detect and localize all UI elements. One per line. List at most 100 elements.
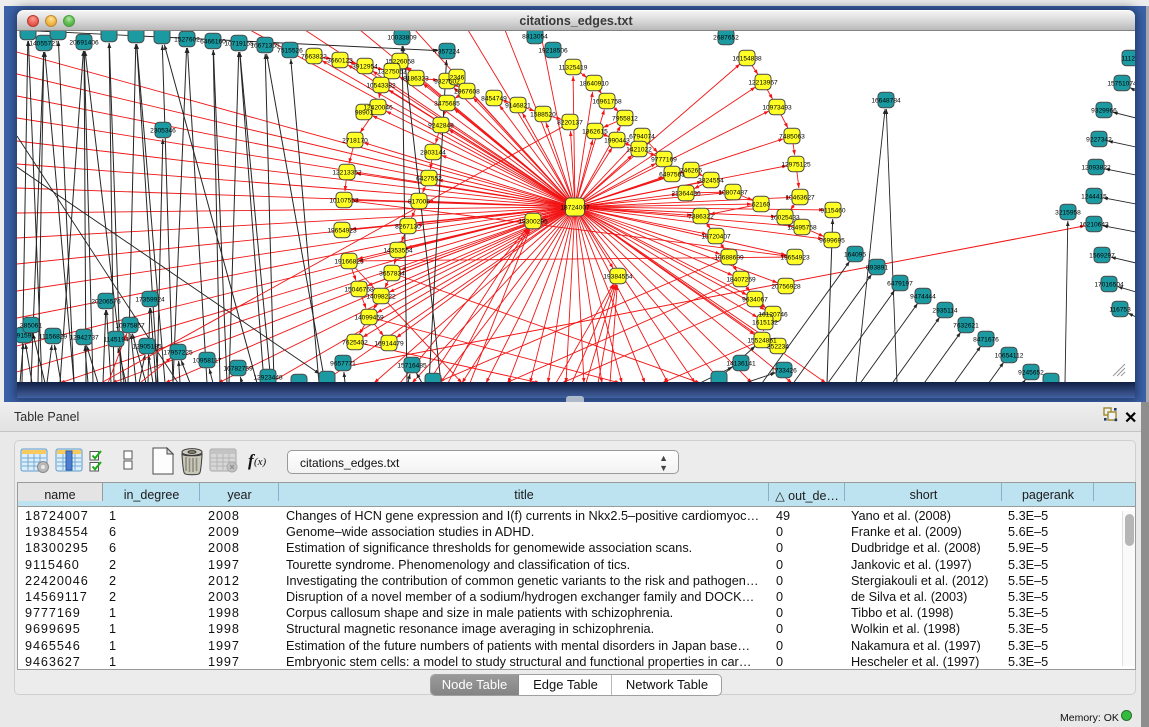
svg-text:9634067: 9634067 <box>742 296 768 303</box>
svg-text:14353554: 14353554 <box>383 247 413 254</box>
svg-text:10973493: 10973493 <box>762 104 792 111</box>
svg-text:2305346: 2305346 <box>150 127 176 134</box>
svg-text:12942737: 12942737 <box>69 334 99 341</box>
svg-text:8813054: 8813054 <box>522 33 548 40</box>
svg-text:19218506: 19218506 <box>538 47 568 54</box>
svg-text:7663822: 7663822 <box>301 53 327 60</box>
svg-text:6479197: 6479197 <box>887 280 913 287</box>
svg-text:11156829: 11156829 <box>39 333 68 340</box>
svg-text:19654923: 19654923 <box>780 254 810 261</box>
svg-text:1527602: 1527602 <box>174 36 200 43</box>
svg-text:21364436: 21364436 <box>671 190 701 197</box>
svg-text:12905185: 12905185 <box>132 343 162 350</box>
svg-text:3660123: 3660123 <box>327 57 353 64</box>
svg-text:10107553: 10107553 <box>329 197 359 204</box>
svg-text:1615132: 1615132 <box>752 319 778 326</box>
svg-text:16154838: 16154838 <box>732 55 762 62</box>
svg-text:12923448: 12923448 <box>253 374 283 381</box>
svg-text:13275052: 13275052 <box>377 68 407 75</box>
svg-text:164095: 164095 <box>844 251 866 258</box>
svg-text:11325419: 11325419 <box>559 64 588 71</box>
svg-text:3657834: 3657834 <box>379 270 405 277</box>
svg-text:15046768: 15046768 <box>344 286 374 293</box>
svg-text:8454749: 8454749 <box>481 95 507 102</box>
svg-text:19166825: 19166825 <box>334 258 364 265</box>
svg-text:11123: 11123 <box>1121 55 1135 62</box>
svg-text:1990443: 1990443 <box>604 137 630 144</box>
svg-text:19654923: 19654923 <box>327 227 357 234</box>
svg-text:252234: 252234 <box>767 343 789 350</box>
svg-text:7485063: 7485063 <box>779 133 805 140</box>
svg-text:15720407: 15720407 <box>701 233 731 240</box>
svg-text:3824554: 3824554 <box>698 177 724 184</box>
svg-text:8267130: 8267130 <box>395 223 421 230</box>
svg-text:3475685: 3475685 <box>434 100 460 107</box>
svg-text:(x): (x) <box>254 456 267 468</box>
svg-text:20206576: 20206576 <box>91 298 121 305</box>
svg-text:1362615: 1362615 <box>582 128 608 135</box>
svg-text:1733426: 1733426 <box>771 367 797 374</box>
svg-text:15716485: 15716485 <box>397 362 427 369</box>
svg-text:9227342: 9227342 <box>1086 136 1112 143</box>
svg-text:2967608: 2967608 <box>454 88 480 95</box>
svg-text:18300295: 18300295 <box>518 218 548 225</box>
svg-text:6794074: 6794074 <box>629 133 655 140</box>
svg-text:17016504: 17016504 <box>1094 281 1124 288</box>
svg-text:18407269: 18407269 <box>726 276 756 283</box>
svg-text:10975867: 10975867 <box>115 322 145 329</box>
svg-text:20756928: 20756928 <box>771 283 801 290</box>
svg-text:12213967: 12213967 <box>748 79 778 86</box>
svg-text:2803144: 2803144 <box>420 149 446 156</box>
svg-text:16961758: 16961758 <box>592 98 622 105</box>
svg-text:10025433: 10025433 <box>770 214 800 221</box>
svg-text:16782759: 16782759 <box>223 365 253 372</box>
svg-text:746266: 746266 <box>680 167 702 174</box>
svg-text:10807487: 10807487 <box>718 189 748 196</box>
svg-text:10543382: 10543382 <box>366 82 396 89</box>
svg-text:1145194: 1145194 <box>103 336 129 343</box>
svg-text:16671355: 16671355 <box>250 42 280 49</box>
svg-text:17359924: 17359924 <box>135 296 165 303</box>
svg-text:7955812: 7955812 <box>612 115 638 122</box>
svg-text:62160: 62160 <box>752 201 771 208</box>
svg-text:18495758: 18495758 <box>787 224 817 231</box>
svg-text:8186323: 8186323 <box>403 75 429 82</box>
svg-text:16914479: 16914479 <box>374 340 404 347</box>
svg-text:14098222: 14098222 <box>366 293 396 300</box>
svg-text:10033809: 10033809 <box>387 34 417 41</box>
svg-text:10958117: 10958117 <box>193 357 222 364</box>
svg-text:16210643: 16210643 <box>1079 221 1109 228</box>
svg-text:3215958: 3215958 <box>1055 209 1081 216</box>
svg-text:14136141: 14136141 <box>726 360 756 367</box>
svg-text:10688609: 10688609 <box>714 254 744 261</box>
svg-text:12975125: 12975125 <box>781 161 811 168</box>
svg-text:7386322: 7386322 <box>688 213 714 220</box>
svg-text:8220137: 8220137 <box>557 119 583 126</box>
svg-text:9242848: 9242848 <box>428 122 454 129</box>
svg-text:9474444: 9474444 <box>910 293 936 300</box>
svg-text:10463627: 10463627 <box>785 194 815 201</box>
svg-text:817006: 817006 <box>408 198 430 205</box>
svg-text:9115460: 9115460 <box>820 207 846 214</box>
svg-text:14099459: 14099459 <box>354 314 384 321</box>
svg-text:7625402: 7625402 <box>342 339 368 346</box>
svg-text:385061: 385061 <box>20 322 42 329</box>
svg-text:7357224: 7357224 <box>434 48 460 55</box>
svg-text:98901: 98901 <box>355 109 374 116</box>
svg-text:6466160: 6466160 <box>200 38 226 45</box>
svg-text:1569297: 1569297 <box>1089 252 1115 259</box>
svg-text:3912954: 3912954 <box>352 63 378 70</box>
svg-text:8471676: 8471676 <box>973 336 999 343</box>
svg-text:7515526: 7515526 <box>277 47 303 54</box>
svg-text:14055721: 14055721 <box>29 40 59 47</box>
svg-text:9699695: 9699695 <box>819 237 845 244</box>
svg-text:2346: 2346 <box>450 74 465 81</box>
svg-text:893891: 893891 <box>866 264 888 271</box>
svg-text:1244415: 1244415 <box>1081 193 1107 200</box>
svg-text:15751074: 15751074 <box>1107 80 1135 87</box>
svg-text:2935114: 2935114 <box>932 307 958 314</box>
svg-text:19384554: 19384554 <box>603 273 633 280</box>
svg-text:20691406: 20691406 <box>69 39 99 46</box>
svg-text:10654112: 10654112 <box>995 352 1024 359</box>
svg-text:9657771: 9657771 <box>330 360 356 367</box>
